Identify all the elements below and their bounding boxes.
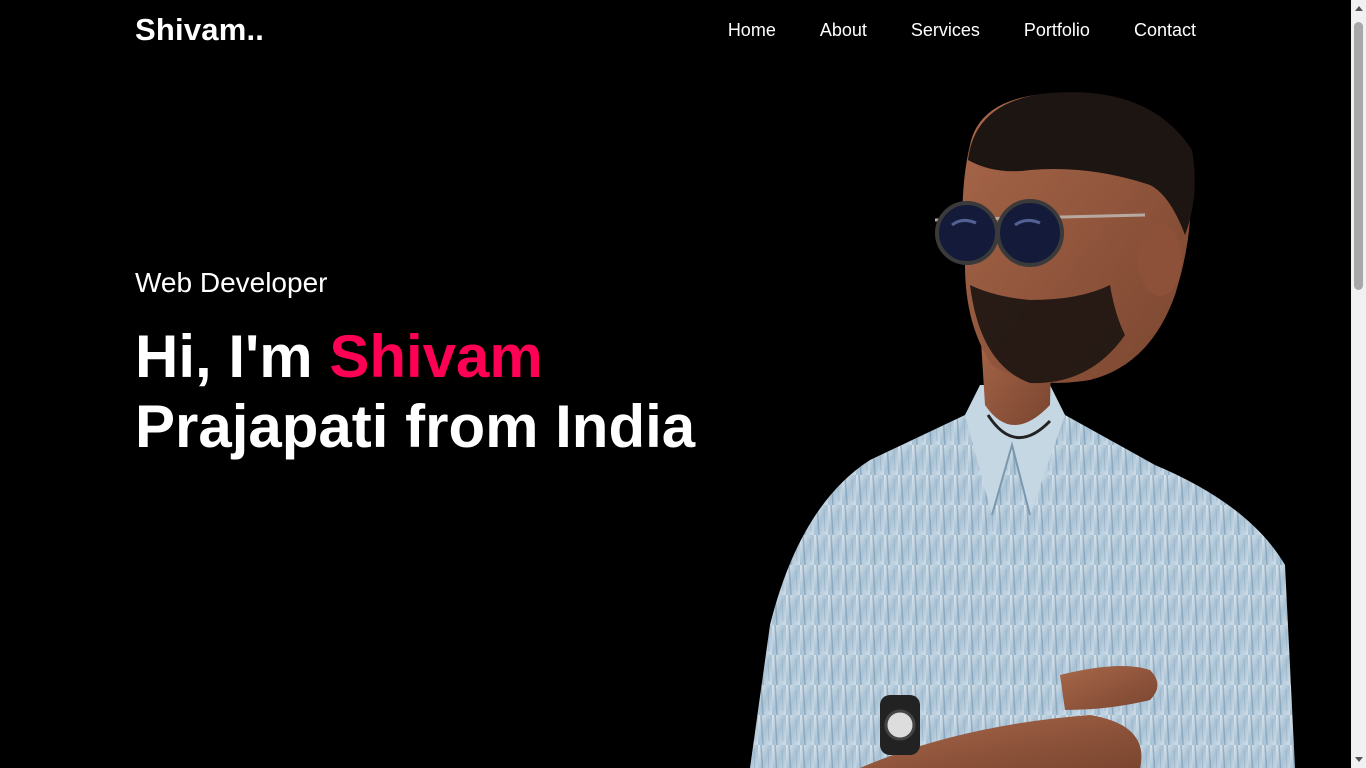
- hero-name-accent: Shivam: [329, 323, 543, 390]
- person-photo-icon: [750, 92, 1295, 768]
- hero-headline-rest: Prajapati from India: [135, 393, 696, 460]
- scroll-down-arrow-icon[interactable]: [1351, 751, 1366, 768]
- scroll-up-arrow-icon[interactable]: [1351, 0, 1366, 17]
- site-logo[interactable]: Shivam..: [135, 12, 264, 48]
- vertical-scrollbar[interactable]: [1351, 0, 1366, 768]
- scrollbar-thumb[interactable]: [1354, 22, 1363, 290]
- page: Shivam.. Home About Services Portfolio C…: [0, 0, 1366, 768]
- nav-about-link[interactable]: About: [820, 19, 867, 41]
- nav-contact-link[interactable]: Contact: [1134, 19, 1196, 41]
- nav-services-link[interactable]: Services: [911, 19, 980, 41]
- hero-headline: Hi, I'm Shivam Prajapati from India: [135, 322, 755, 462]
- hero-subtitle: Web Developer: [135, 267, 328, 298]
- main-nav: Home About Services Portfolio Contact: [728, 19, 1196, 41]
- nav-home-link[interactable]: Home: [728, 19, 776, 41]
- hero-greeting: Hi, I'm: [135, 323, 313, 390]
- nav-portfolio-link[interactable]: Portfolio: [1024, 19, 1090, 41]
